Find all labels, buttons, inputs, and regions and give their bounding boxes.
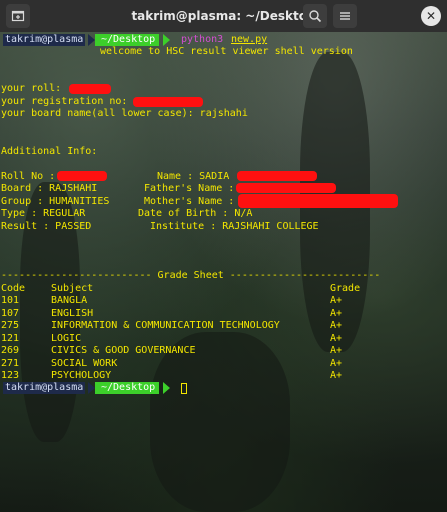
prompt-separator [88, 382, 95, 394]
redaction-mark [133, 97, 203, 107]
welcome-message: welcome to HSC result viewer shell versi… [100, 46, 353, 57]
grade-value: A+ [330, 370, 343, 381]
grade-value: A+ [330, 308, 343, 319]
grade-code: 101 [1, 295, 20, 306]
grade-value: A+ [330, 358, 343, 369]
board-prompt: your board name(all lower case): rajshah… [1, 108, 248, 119]
grade-code: 269 [1, 345, 20, 356]
redaction-mark [69, 84, 111, 94]
prompt-separator [163, 382, 170, 394]
mothers-name-field: Mother's Name : [144, 196, 241, 207]
prompt-path: ~/Desktop [95, 382, 160, 394]
grade-subject: BANGLA [51, 295, 88, 306]
grade-value: A+ [330, 295, 343, 306]
command-name: python3 [181, 34, 224, 45]
window-title: takrim@plasma: ~/Desktop [131, 9, 316, 23]
prompt-user: takrim@plasma [3, 34, 86, 46]
grade-sheet-header: ------------------------- Grade Sheet --… [1, 270, 381, 281]
type-field: Type : REGULAR [1, 208, 86, 219]
terminal-area[interactable]: takrim@plasma ~/Desktop python3 new.py w… [0, 32, 447, 512]
prompt-separator [88, 34, 95, 46]
redaction-mark [237, 171, 317, 181]
column-code: Code [1, 283, 26, 294]
grade-subject: ENGLISH [51, 308, 94, 319]
grade-subject: PSYCHOLOGY [51, 370, 112, 381]
grade-code: 275 [1, 320, 20, 331]
roll-prompt: your roll: [1, 83, 68, 94]
fathers-name-field: Father's Name : [144, 183, 241, 194]
hamburger-menu-icon [340, 12, 350, 20]
search-icon [309, 10, 322, 23]
prompt-path: ~/Desktop [95, 34, 160, 46]
column-subject: Subject [51, 283, 94, 294]
result-field: Result : PASSED [1, 221, 92, 232]
date-of-birth-field: Date of Birth : N/A [138, 208, 253, 219]
redaction-mark [238, 194, 398, 208]
group-field: Group : HUMANITIES [1, 196, 110, 207]
additional-info-heading: Additional Info: [1, 146, 98, 157]
grade-code: 121 [1, 333, 20, 344]
grade-code: 271 [1, 358, 20, 369]
grade-subject: LOGIC [51, 333, 82, 344]
grade-subject: INFORMATION & COMMUNICATION TECHNOLOGY [51, 320, 280, 331]
grade-value: A+ [330, 333, 343, 344]
title-bar: takrim@plasma: ~/Desktop ✕ [0, 0, 447, 33]
grade-code: 107 [1, 308, 20, 319]
registration-prompt: your registration no: [1, 96, 134, 107]
grade-code: 123 [1, 370, 20, 381]
close-button[interactable]: ✕ [421, 6, 441, 26]
institute-field: Institute : RAJSHAHI COLLEGE [150, 221, 319, 232]
terminal-window: takrim@plasma: ~/Desktop ✕ takrim@plasma… [0, 0, 447, 512]
menu-button[interactable] [333, 4, 357, 28]
grade-value: A+ [330, 320, 343, 331]
redaction-mark [57, 171, 107, 181]
name-field: Name : SADIA [157, 171, 236, 182]
grade-subject: SOCIAL WORK [51, 358, 118, 369]
search-button[interactable] [303, 4, 327, 28]
prompt-separator [163, 34, 170, 46]
grade-subject: CIVICS & GOOD GOVERNANCE [51, 345, 196, 356]
grade-value: A+ [330, 345, 343, 356]
text-cursor[interactable] [181, 383, 187, 394]
wallpaper-foliage-shape [150, 332, 290, 512]
redaction-mark [236, 183, 336, 193]
board-field: Board : RAJSHAHI [1, 183, 98, 194]
column-grade: Grade [330, 283, 361, 294]
prompt-user: takrim@plasma [3, 382, 86, 394]
command-argument: new.py [231, 34, 268, 45]
roll-no-field: Roll No : [1, 171, 62, 182]
